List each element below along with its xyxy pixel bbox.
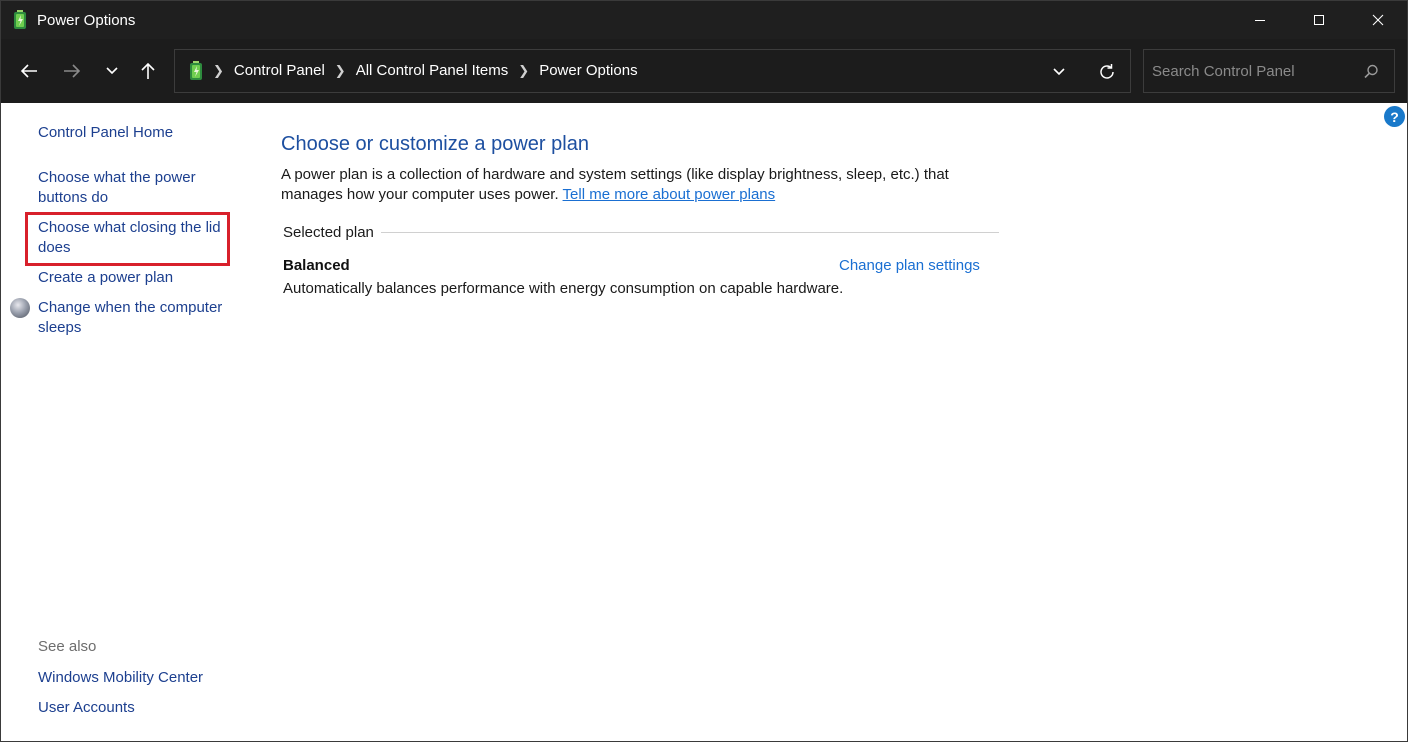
arrow-left-icon [20,64,37,78]
minimize-button[interactable] [1231,1,1289,39]
sidebar-item-user-accounts[interactable]: User Accounts [38,698,228,718]
title-bar: Power Options [1,1,1407,39]
chevron-down-icon [1053,68,1065,76]
help-icon[interactable]: ? [1384,106,1405,127]
minimize-icon [1255,20,1265,21]
content-area: ? Control Panel Home Choose what the pow… [1,103,1407,741]
power-options-window: Power Options ❯ Control Panel ❯ All Cont… [0,0,1408,742]
chevron-down-icon [106,67,118,75]
moon-icon [10,298,30,318]
breadcrumb-power-options[interactable]: Power Options [539,62,637,79]
change-plan-settings-link[interactable]: Change plan settings [839,257,980,274]
sidebar-item-computer-sleeps[interactable]: Change when the computer sleeps [38,298,228,338]
address-bar[interactable]: ❯ Control Panel ❯ All Control Panel Item… [174,49,1131,93]
battery-icon [14,10,26,29]
page-description: A power plan is a collection of hardware… [281,165,981,205]
divider [381,232,999,233]
highlight-box [25,212,230,266]
search-input[interactable] [1152,60,1352,82]
recent-locations-button[interactable] [97,56,127,86]
page-title: Choose or customize a power plan [281,133,589,155]
selected-plan-label: Selected plan [283,224,374,241]
learn-more-link[interactable]: Tell me more about power plans [563,186,776,203]
breadcrumb-control-panel[interactable]: Control Panel [234,62,325,79]
search-box[interactable] [1143,49,1395,93]
chevron-right-icon[interactable]: ❯ [335,63,346,79]
sidebar: Control Panel Home Choose what the power… [1,103,241,741]
search-icon[interactable] [1362,63,1380,81]
window-title: Power Options [37,12,136,29]
plan-description: Automatically balances performance with … [283,280,844,297]
address-history-button[interactable] [1047,62,1071,82]
chevron-right-icon[interactable]: ❯ [518,63,529,79]
close-icon [1372,14,1384,26]
maximize-button[interactable] [1290,1,1348,39]
navigation-bar: ❯ Control Panel ❯ All Control Panel Item… [1,39,1407,103]
maximize-icon [1314,15,1324,25]
up-button[interactable] [133,56,163,86]
sidebar-item-control-panel-home[interactable]: Control Panel Home [38,123,228,143]
see-also-label: See also [38,638,97,655]
arrow-up-icon [141,62,155,79]
battery-icon [190,61,202,80]
refresh-icon [1100,64,1114,79]
sidebar-item-mobility-center[interactable]: Windows Mobility Center [38,668,228,688]
close-button[interactable] [1349,1,1407,39]
chevron-right-icon[interactable]: ❯ [213,63,224,79]
breadcrumb: ❯ Control Panel ❯ All Control Panel Item… [213,62,638,79]
forward-button[interactable] [57,56,87,86]
refresh-button[interactable] [1095,60,1119,84]
breadcrumb-all-items[interactable]: All Control Panel Items [356,62,509,79]
sidebar-item-power-buttons[interactable]: Choose what the power buttons do [38,168,228,208]
back-button[interactable] [14,56,44,86]
sidebar-item-create-plan[interactable]: Create a power plan [38,268,228,288]
plan-name: Balanced [283,257,350,274]
arrow-right-icon [64,64,81,78]
